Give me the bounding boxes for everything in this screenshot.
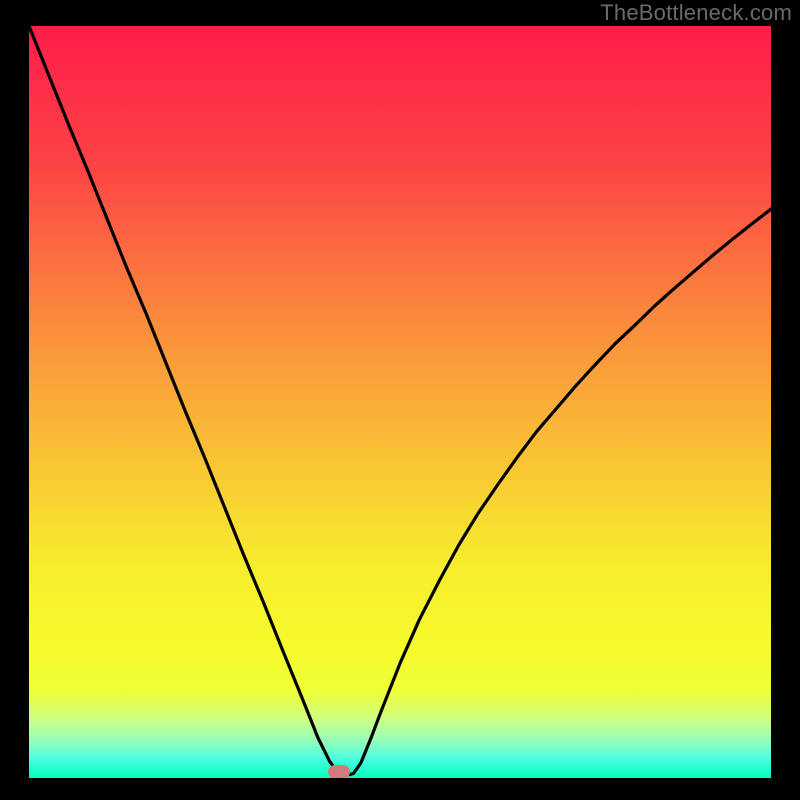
watermark-text: TheBottleneck.com [600, 0, 792, 26]
plot-area [29, 26, 771, 778]
gradient-background [29, 26, 771, 778]
minimum-marker [328, 765, 350, 778]
chart-frame: TheBottleneck.com [0, 0, 800, 800]
